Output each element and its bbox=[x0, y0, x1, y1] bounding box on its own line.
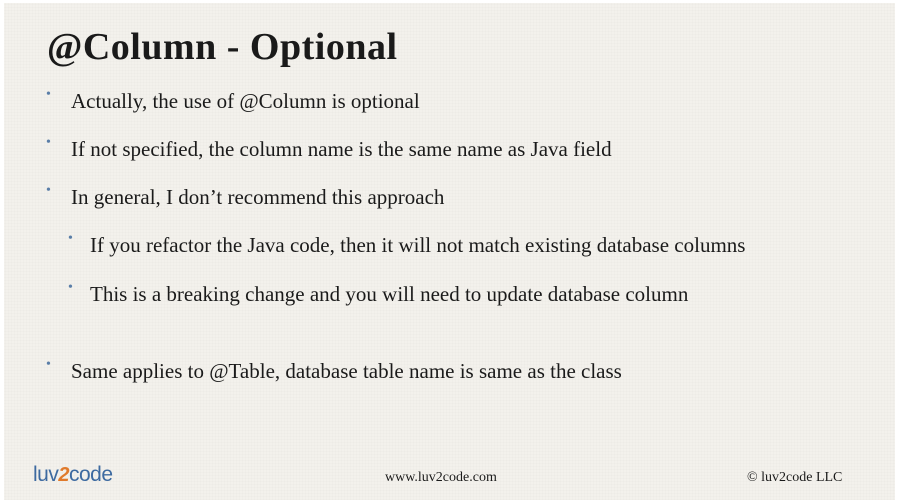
slide: @Column - Optional • Actually, the use o… bbox=[4, 3, 895, 500]
bullet-text: In general, I don’t recommend this appro… bbox=[71, 185, 445, 209]
footer-url: www.luv2code.com bbox=[385, 470, 497, 485]
sub-bullet-text: This is a breaking change and you will n… bbox=[90, 282, 689, 306]
bullet-dot-icon: • bbox=[68, 231, 73, 246]
bullet-text: Actually, the use of @Column is optional bbox=[71, 89, 420, 113]
bullet-item: • Actually, the use of @Column is option… bbox=[46, 87, 420, 114]
sub-bullet-text: If you refactor the Java code, then it w… bbox=[90, 233, 746, 257]
bullet-text: If not specified, the column name is the… bbox=[71, 137, 612, 161]
bullet-item: • In general, I don’t recommend this app… bbox=[46, 183, 445, 210]
luv2code-logo: luv2code bbox=[33, 463, 113, 486]
slide-title: @Column - Optional bbox=[47, 26, 398, 68]
sub-bullet-item: • If you refactor the Java code, then it… bbox=[68, 231, 746, 258]
sub-bullet-item: • This is a breaking change and you will… bbox=[68, 280, 689, 307]
bullet-item: • If not specified, the column name is t… bbox=[46, 135, 612, 162]
bullet-dot-icon: • bbox=[46, 135, 51, 150]
footer-copyright: © luv2code LLC bbox=[747, 470, 843, 485]
bullet-dot-icon: • bbox=[46, 357, 51, 372]
bullet-dot-icon: • bbox=[46, 87, 51, 102]
bullet-dot-icon: • bbox=[68, 280, 73, 295]
bullet-item: • Same applies to @Table, database table… bbox=[46, 357, 622, 384]
bullet-dot-icon: • bbox=[46, 183, 51, 198]
bullet-text: Same applies to @Table, database table n… bbox=[71, 359, 622, 383]
